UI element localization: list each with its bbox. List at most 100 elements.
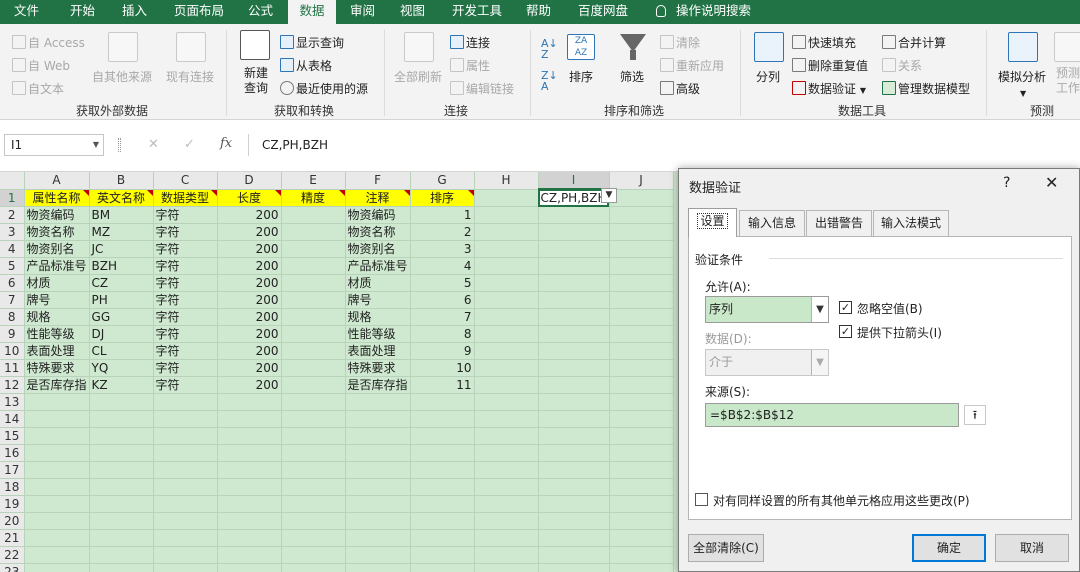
cell-i19[interactable] [538,495,610,513]
cell-i8[interactable] [538,308,610,326]
cell-f12[interactable]: 是否库存指 [345,376,411,394]
cell-g17[interactable] [410,461,475,479]
cell-h1[interactable] [474,189,539,207]
cell-b4[interactable]: JC [89,240,154,258]
formula-bar-grip[interactable] [118,138,121,152]
row-header[interactable]: 12 [0,376,25,394]
clear-all-button[interactable]: 全部清除(C) [688,534,764,562]
data-validation-button[interactable]: 数据验证 ▼ [792,80,866,97]
in-cell-dropdown-checkbox[interactable]: ✓ [839,325,852,338]
cell-j20[interactable] [609,512,674,530]
cell-i18[interactable] [538,478,610,496]
cell-a21[interactable] [24,529,90,547]
cell-j5[interactable] [609,257,674,275]
cell-c14[interactable] [153,410,218,428]
cell-e3[interactable] [281,223,346,241]
cell-g1[interactable]: 排序 [410,189,475,207]
cell-f14[interactable] [345,410,411,428]
cell-h11[interactable] [474,359,539,377]
relationships-button[interactable]: 关系 [882,57,922,74]
cell-c2[interactable]: 字符 [153,206,218,224]
column-header-c[interactable]: C [153,172,218,190]
row-header[interactable]: 3 [0,223,25,241]
cell-i4[interactable] [538,240,610,258]
cell-h10[interactable] [474,342,539,360]
row-header[interactable]: 6 [0,274,25,292]
row-header[interactable]: 14 [0,410,25,428]
cell-f23[interactable] [345,563,411,572]
forecast-sheet-button[interactable]: 预测工作表 [1056,66,1080,96]
cell-c13[interactable] [153,393,218,411]
cell-d19[interactable] [217,495,282,513]
connections-button[interactable]: 连接 [450,34,490,51]
cell-j17[interactable] [609,461,674,479]
row-header[interactable]: 17 [0,461,25,479]
data-operator-select[interactable]: 介于 ▼ [705,349,829,376]
cell-g12[interactable]: 11 [410,376,475,394]
recent-sources-button[interactable]: 最近使用的源 [280,80,368,97]
cell-c1[interactable]: 数据类型 [153,189,218,207]
cell-e12[interactable] [281,376,346,394]
cell-g15[interactable] [410,427,475,445]
cell-d17[interactable] [217,461,282,479]
cell-e18[interactable] [281,478,346,496]
flash-fill-button[interactable]: 快速填充 [792,34,856,51]
cell-c21[interactable] [153,529,218,547]
cell-j21[interactable] [609,529,674,547]
cell-h13[interactable] [474,393,539,411]
cell-h15[interactable] [474,427,539,445]
cell-i17[interactable] [538,461,610,479]
cell-j12[interactable] [609,376,674,394]
cell-b22[interactable] [89,546,154,564]
cell-b19[interactable] [89,495,154,513]
cell-d14[interactable] [217,410,282,428]
row-header[interactable]: 23 [0,563,25,572]
cell-a19[interactable] [24,495,90,513]
cell-f21[interactable] [345,529,411,547]
cell-d21[interactable] [217,529,282,547]
cell-e15[interactable] [281,427,346,445]
tab-home[interactable]: 开始 [70,0,95,24]
cell-a11[interactable]: 特殊要求 [24,359,90,377]
tab-view[interactable]: 视图 [400,0,425,24]
cell-a22[interactable] [24,546,90,564]
cell-h22[interactable] [474,546,539,564]
cell-i23[interactable] [538,563,610,572]
cell-e2[interactable] [281,206,346,224]
cell-b3[interactable]: MZ [89,223,154,241]
cell-i13[interactable] [538,393,610,411]
cell-i16[interactable] [538,444,610,462]
cell-j2[interactable] [609,206,674,224]
row-header[interactable]: 7 [0,291,25,309]
cell-c4[interactable]: 字符 [153,240,218,258]
cancel-button[interactable]: 取消 [995,534,1069,562]
cell-h16[interactable] [474,444,539,462]
row-header[interactable]: 11 [0,359,25,377]
cell-e10[interactable] [281,342,346,360]
cell-c9[interactable]: 字符 [153,325,218,343]
cell-j6[interactable] [609,274,674,292]
existing-connections-button[interactable]: 现有连接 [166,68,214,85]
cell-i7[interactable] [538,291,610,309]
cell-e7[interactable] [281,291,346,309]
text-to-columns-button[interactable]: 分列 [756,68,780,85]
cell-b13[interactable] [89,393,154,411]
column-header-f[interactable]: F [345,172,411,190]
edit-links-button[interactable]: 编辑链接 [450,80,514,97]
consolidate-button[interactable]: 合并计算 [882,34,946,51]
cell-j10[interactable] [609,342,674,360]
sort-ascending-button[interactable]: A↓ Z [541,38,558,60]
source-input[interactable]: =$B$2:$B$12 ⭱ [705,403,986,427]
cell-j11[interactable] [609,359,674,377]
cell-d3[interactable]: 200 [217,223,282,241]
row-header[interactable]: 5 [0,257,25,275]
cell-e17[interactable] [281,461,346,479]
cell-f22[interactable] [345,546,411,564]
row-header[interactable]: 18 [0,478,25,496]
cell-a14[interactable] [24,410,90,428]
cell-d10[interactable]: 200 [217,342,282,360]
ok-button[interactable]: 确定 [912,534,986,562]
cell-e4[interactable] [281,240,346,258]
cell-d9[interactable]: 200 [217,325,282,343]
tab-file[interactable]: 文件 [14,0,39,24]
